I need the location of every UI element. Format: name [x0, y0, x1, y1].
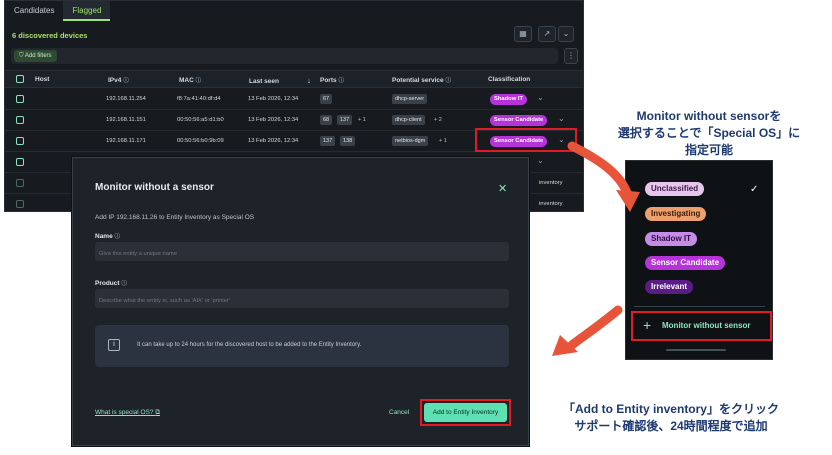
service-chip: dhcp-server [392, 94, 428, 104]
table-header: Host IPv4 ⓘ MAC ⓘ Last seen ↓ Ports ⓘ Po… [5, 70, 583, 88]
table-icon: ▦ [519, 29, 527, 38]
ipv4-cell: 192.168.11.254 [106, 96, 146, 102]
filter-icon: ⛉ [19, 53, 24, 59]
service-more[interactable]: + 2 [434, 117, 442, 123]
chevron-down-icon[interactable]: ⌄ [537, 93, 544, 102]
table-view-button[interactable]: ▦ [514, 26, 532, 42]
arrowhead-bottom [552, 335, 578, 356]
export-button[interactable]: ↗ [538, 26, 556, 42]
column-classification[interactable]: Classification [488, 76, 530, 83]
modal-description: Add IP 192.168.11.26 to Entity Inventory… [95, 214, 255, 221]
option-irrelevant[interactable]: Irrelevant [645, 280, 694, 294]
row-checkbox[interactable] [16, 137, 24, 145]
chevron-down-icon: ⌄ [562, 29, 570, 38]
add-filters-label: Add filters [24, 53, 52, 59]
product-label: Product ⓘ [95, 280, 127, 287]
classification-text: inventory [539, 201, 563, 207]
option-unclassified[interactable]: Unclassified [645, 182, 705, 196]
mac-cell: 00:50:56:a5:d1:b0 [177, 117, 224, 123]
more-options-button[interactable]: ⋮ [564, 48, 578, 64]
sort-down-icon: ↓ [306, 76, 311, 85]
service-chip: dhcp-client [392, 115, 425, 125]
product-input[interactable] [95, 291, 509, 311]
chevron-down-icon[interactable]: ⌄ [558, 114, 565, 123]
ports-more[interactable]: + 1 [358, 117, 366, 123]
name-field-wrapper [95, 242, 509, 264]
info-text: It can take up to 24 hours for the disco… [137, 342, 362, 348]
row-checkbox[interactable] [16, 116, 24, 124]
port-chip: 137 [337, 115, 353, 125]
more-vertical-icon: ⋮ [567, 51, 575, 60]
tab-bar: Candidates Flagged [5, 1, 111, 21]
info-icon: i [108, 339, 120, 351]
info-icon: ⓘ [445, 78, 451, 84]
chevron-down-icon[interactable]: ⌄ [537, 156, 544, 165]
name-input[interactable] [95, 244, 509, 264]
last-seen-cell: 13 Feb 2026, 12:34 [248, 138, 299, 144]
column-potential-service[interactable]: Potential service ⓘ [392, 76, 451, 84]
checkmark-icon: ✓ [750, 184, 759, 195]
ipv4-cell: 192.168.11.171 [106, 138, 146, 144]
info-icon: ⓘ [114, 234, 121, 240]
info-banner: i It can take up to 24 hours for the dis… [95, 325, 509, 367]
tab-candidates[interactable]: Candidates [5, 1, 63, 21]
ipv4-cell: 192.168.11.151 [106, 117, 146, 123]
monitor-without-sensor-modal: Monitor without a sensor ✕ Add IP 192.16… [72, 157, 529, 446]
dropdown-divider [634, 306, 765, 307]
mac-cell: 00:50:56:b0:9b:09 [177, 138, 224, 144]
annotation-top: Monitor without sensorを 選択することで「Special … [617, 109, 801, 157]
highlight-monitor-option [631, 311, 772, 341]
export-icon: ↗ [543, 29, 551, 38]
port-chip: 68 [320, 115, 333, 125]
highlight-classification-dropdown [475, 128, 577, 152]
tab-flagged[interactable]: Flagged [63, 1, 111, 21]
option-investigating[interactable]: Investigating [645, 207, 707, 221]
port-chip: 137 [320, 136, 336, 146]
export-menu-button[interactable]: ⌄ [558, 26, 574, 42]
service-more[interactable]: + 1 [439, 138, 447, 144]
name-label: Name ⓘ [95, 233, 121, 240]
option-shadow-it[interactable]: Shadow IT [645, 232, 697, 246]
external-link-icon: ⧉ [155, 409, 160, 416]
mac-cell: f8:7a:41:40:df:d4 [177, 96, 221, 102]
classification-badge[interactable]: Shadow IT [490, 94, 527, 105]
annotation-bottom: 「Add to Entity inventory」をクリック サポート確認後、2… [562, 402, 779, 433]
curved-arrow-bottom [567, 305, 623, 350]
port-chip: 67 [320, 94, 333, 104]
special-os-link[interactable]: What is special OS? ⧉ [95, 409, 160, 417]
last-seen-cell: 13 Feb 2026, 12:34 [248, 117, 299, 123]
device-count: 6 discovered devices [12, 31, 88, 40]
column-host[interactable]: Host [35, 76, 49, 83]
column-last-seen[interactable]: Last seen ↓ [249, 76, 311, 85]
scrollbar[interactable] [666, 349, 726, 351]
column-ipv4[interactable]: IPv4 ⓘ [108, 76, 129, 84]
add-filters-button[interactable]: ⛉ Add filters [14, 50, 57, 62]
highlight-add-button [420, 399, 511, 426]
table-row[interactable]: 192.168.11.254 f8:7a:41:40:df:d4 13 Feb … [5, 89, 583, 110]
classification-dropdown: Unclassified ✓ Investigating Shadow IT S… [625, 160, 773, 360]
select-all-checkbox[interactable] [16, 75, 24, 83]
column-mac[interactable]: MAC ⓘ [179, 76, 201, 84]
product-field-wrapper [95, 289, 509, 311]
info-icon: ⓘ [195, 78, 202, 84]
cancel-button[interactable]: Cancel [389, 409, 409, 416]
option-sensor-candidate[interactable]: Sensor Candidate [645, 256, 726, 270]
info-icon: ⓘ [123, 78, 129, 84]
row-checkbox[interactable] [16, 179, 24, 187]
service-chip: netbios-dgm [392, 136, 429, 146]
filter-bar: ⛉ Add filters [11, 48, 558, 64]
modal-title: Monitor without a sensor [95, 182, 214, 193]
column-ports[interactable]: Ports ⓘ [320, 76, 344, 84]
row-checkbox[interactable] [16, 200, 24, 208]
port-chip: 138 [340, 136, 356, 146]
classification-badge[interactable]: Sensor Candidate [490, 115, 548, 126]
last-seen-cell: 13 Feb 2026, 12:34 [248, 96, 299, 102]
row-checkbox[interactable] [16, 158, 24, 166]
classification-text: inventory [539, 180, 563, 186]
info-icon: ⓘ [121, 281, 127, 287]
close-icon[interactable]: ✕ [498, 182, 507, 195]
row-checkbox[interactable] [16, 95, 24, 103]
info-icon: ⓘ [338, 78, 344, 84]
